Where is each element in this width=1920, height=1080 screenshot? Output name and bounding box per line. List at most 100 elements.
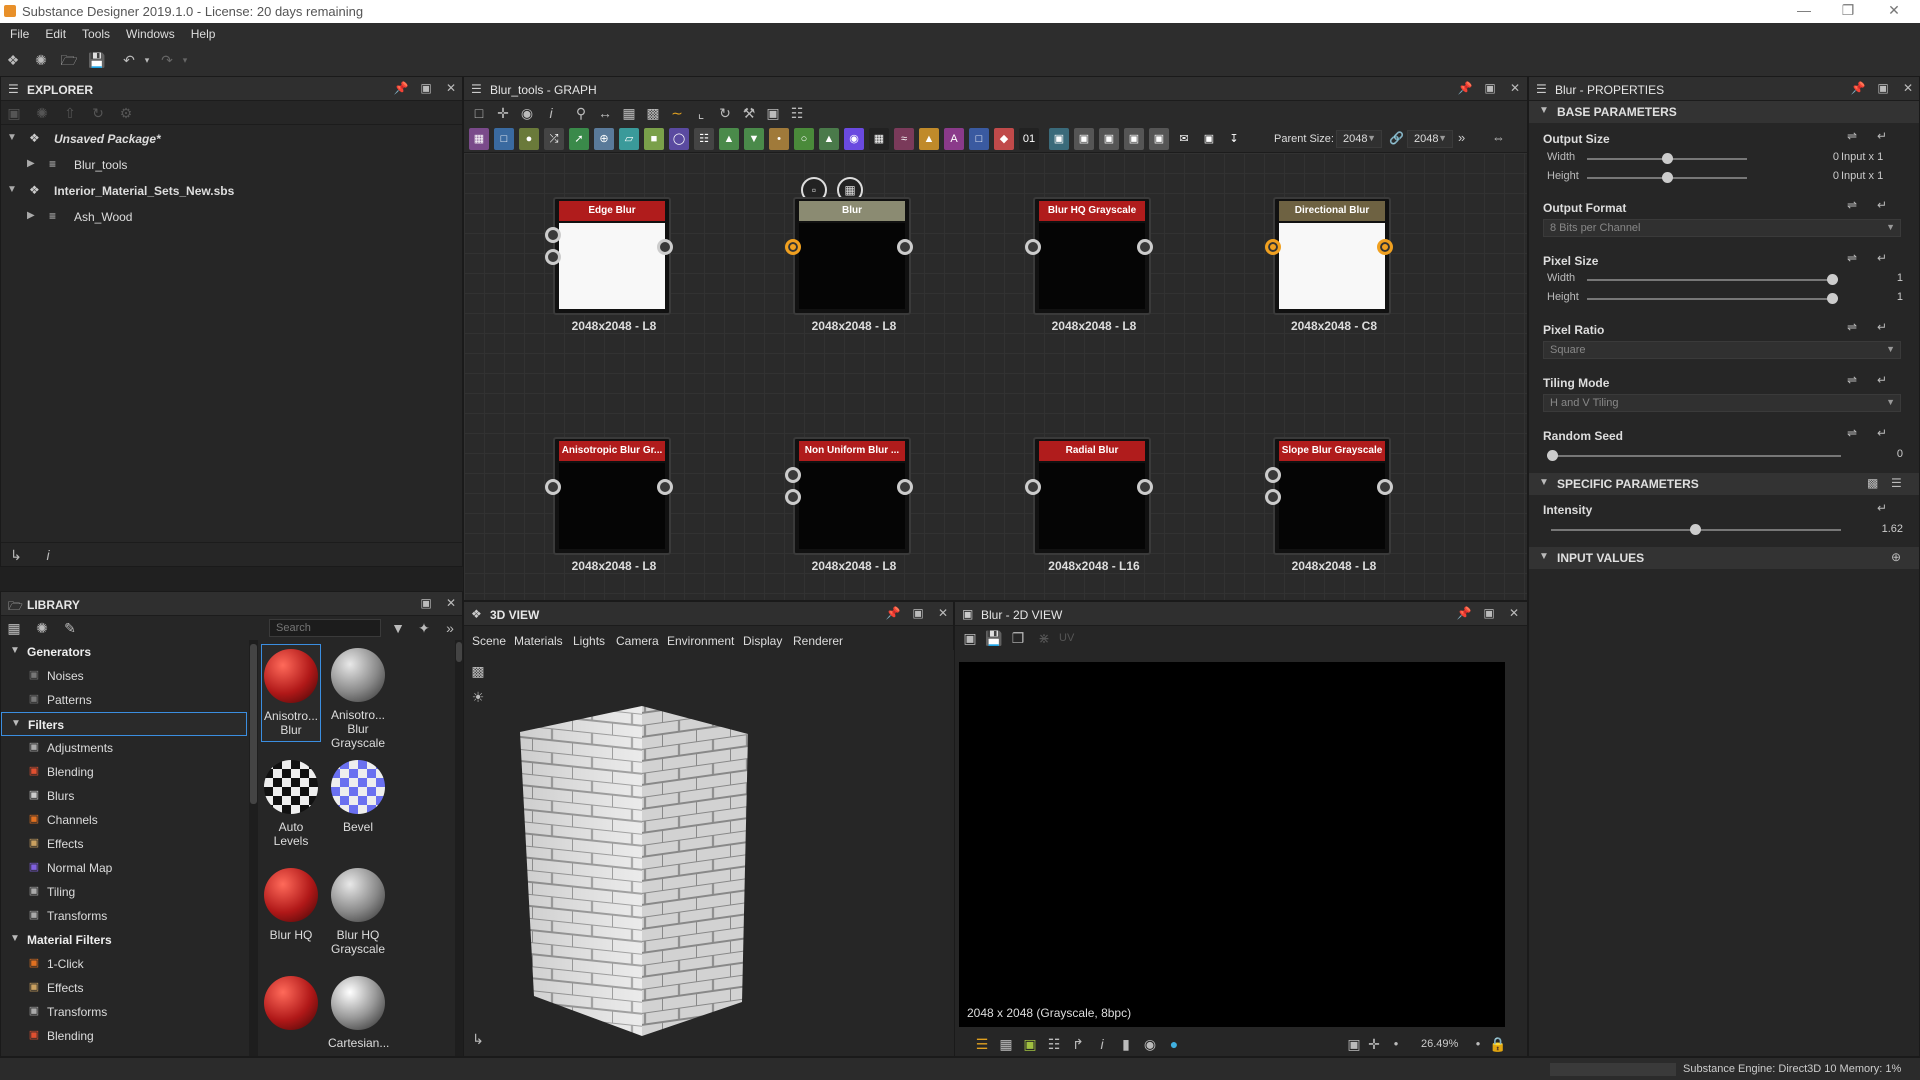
specific-parameters-section[interactable]: ▼ SPECIFIC PARAMETERS ▩ ☰ — [1529, 473, 1919, 495]
library-thumbnail[interactable]: Blur HQ — [261, 864, 321, 942]
reload-icon[interactable]: ↻ — [89, 104, 107, 122]
pixel-height-value[interactable]: 1 — [1859, 291, 1903, 303]
redo-dropdown-icon[interactable]: ▾ — [176, 51, 194, 69]
new-graph-icon[interactable]: ✺ — [32, 51, 50, 69]
reset-param-icon[interactable]: ↵ — [1877, 501, 1887, 515]
new-icon[interactable]: ▣ — [5, 104, 23, 122]
search-icon[interactable]: ⚲ — [572, 104, 590, 122]
float-icon[interactable]: ▣ — [1481, 606, 1497, 620]
copy-icon[interactable]: ❐ — [1009, 629, 1027, 647]
distribute-icon[interactable]: ▦ — [620, 104, 638, 122]
align-icon[interactable]: ↔ — [596, 104, 614, 122]
library-subcategory[interactable]: ▣ Transforms — [1, 1000, 247, 1024]
library-thumbnail[interactable]: Bevel — [328, 756, 388, 834]
input-port[interactable] — [1025, 479, 1041, 495]
slider-knob[interactable] — [1547, 450, 1558, 461]
library-subcategory[interactable]: ▣ Effects — [1, 832, 247, 856]
settings-icon[interactable]: ⚙ — [117, 104, 135, 122]
color-picker-icon[interactable]: ◉ — [1141, 1035, 1159, 1053]
input-port[interactable] — [1265, 239, 1281, 255]
library-subcategory[interactable]: ▣ Normal Map — [1, 856, 247, 880]
output-width-slider[interactable] — [1587, 153, 1747, 164]
menu-edit[interactable]: Edit — [37, 23, 74, 41]
library-search-input[interactable] — [269, 619, 381, 637]
close-panel-icon[interactable]: ✕ — [1507, 81, 1523, 95]
frame-icon[interactable]: ▣ — [1199, 128, 1219, 150]
output-port[interactable] — [897, 479, 913, 495]
pixel-ratio-select[interactable]: Square ▼ — [1543, 341, 1901, 359]
menu-renderer[interactable]: Renderer — [793, 634, 843, 648]
blur-node-icon[interactable]: • — [769, 128, 789, 150]
parent-size-select[interactable]: 2048 ▼ — [1336, 130, 1382, 148]
collapse-icon[interactable]: ▼ — [10, 645, 20, 656]
input-port[interactable] — [545, 249, 561, 265]
bitmap-node-icon[interactable]: □ — [494, 128, 514, 150]
link-icon[interactable]: ∼ — [668, 104, 686, 122]
graph-node[interactable]: Directional Blur 2048x2048 - C8 — [1265, 197, 1393, 333]
library-thumbnail[interactable]: Blur HQ Grayscale — [328, 864, 388, 956]
atomic-node-icon[interactable]: ▦ — [469, 128, 489, 150]
menu-windows[interactable]: Windows — [118, 23, 183, 41]
reset-param-icon[interactable]: ↵ — [1877, 129, 1887, 143]
close-panel-icon[interactable]: ✕ — [443, 596, 459, 610]
library-thumbnail[interactable]: Auto Levels — [261, 756, 321, 848]
float-icon[interactable]: ▣ — [418, 596, 434, 610]
save-icon[interactable]: 💾 — [88, 51, 106, 69]
library-subcategory[interactable]: ▣ Blurs — [1, 784, 247, 808]
graph-canvas[interactable]: ▫ ▦ Edge Blur 2048x2048 - L8 Blur 2048x2048… — [464, 153, 1527, 600]
graph-node[interactable]: Non Uniform Blur ... 2048x2048 - L8 — [785, 437, 913, 573]
frame-node-icon[interactable]: ▣ — [1074, 128, 1094, 150]
slider-knob[interactable] — [1690, 524, 1701, 535]
link-icon[interactable]: 🔗 — [1389, 131, 1404, 145]
random-seed-value[interactable]: 0 — [1859, 448, 1903, 460]
layers-icon[interactable]: ☰ — [973, 1035, 991, 1053]
input-port[interactable] — [1025, 239, 1041, 255]
graph-node[interactable]: Edge Blur 2048x2048 - L8 — [545, 197, 673, 333]
library-subcategory[interactable]: ▣ Noises — [1, 664, 247, 688]
reset-param-icon[interactable]: ↵ — [1877, 198, 1887, 212]
output-port[interactable] — [1377, 239, 1393, 255]
tiling-mode-select[interactable]: H and V Tiling ▼ — [1543, 394, 1901, 412]
checker-icon[interactable]: ▦ — [997, 1035, 1015, 1053]
pixel-width-value[interactable]: 1 — [1859, 272, 1903, 284]
menu-environment[interactable]: Environment — [667, 634, 734, 648]
menu-tools[interactable]: Tools — [74, 23, 118, 41]
grid-snap-icon[interactable]: ☷ — [788, 104, 806, 122]
expand-icon[interactable]: ▶ — [27, 210, 35, 221]
input-port[interactable] — [785, 489, 801, 505]
crop-node-icon[interactable]: □ — [969, 128, 989, 150]
slider-knob[interactable] — [1827, 274, 1838, 285]
connector-icon[interactable]: ⌞ — [692, 104, 710, 122]
add-icon[interactable]: ✺ — [33, 619, 51, 637]
close-icon[interactable]: ✕ — [1874, 2, 1914, 19]
video-camera-icon[interactable]: ▩ — [469, 662, 487, 680]
lock-icon[interactable]: 🔒 — [1489, 1035, 1507, 1053]
3d-viewport[interactable] — [492, 650, 954, 1056]
input-port[interactable] — [1265, 467, 1281, 483]
pin-icon[interactable]: 📌 — [1850, 81, 1866, 95]
value-node-icon[interactable]: 01 — [1019, 128, 1039, 150]
tree-item-unsaved-package[interactable]: ▼ ❖ Unsaved Package* — [1, 128, 462, 150]
intensity-slider[interactable] — [1551, 524, 1841, 535]
histogram-icon[interactable]: ▮ — [1117, 1035, 1135, 1053]
shuffle-node-icon[interactable]: ⤮ — [544, 128, 564, 150]
tree-view-icon[interactable]: ↳ — [7, 546, 25, 564]
pass-node-icon[interactable]: ▣ — [1149, 128, 1169, 150]
menu-display[interactable]: Display — [743, 634, 782, 648]
noise-node-icon[interactable]: ▦ — [869, 128, 889, 150]
tree-view-icon[interactable]: ↳ — [469, 1030, 487, 1048]
preset-icon[interactable]: ▩ — [1867, 476, 1878, 490]
tiling-icon[interactable]: ☷ — [1045, 1035, 1063, 1053]
tile-node-icon[interactable]: ☷ — [694, 128, 714, 150]
library-subcategory[interactable]: ▣ Patterns — [1, 688, 247, 712]
reset-param-icon[interactable]: ↵ — [1877, 426, 1887, 440]
input-port[interactable] — [545, 479, 561, 495]
library-subcategory[interactable]: ▣ 1-Click — [1, 952, 247, 976]
input-values-section[interactable]: ▼ INPUT VALUES ⊕ — [1529, 547, 1919, 569]
zoom-out-icon[interactable]: ● — [1387, 1035, 1405, 1053]
new-package-icon[interactable]: ❖ — [4, 51, 22, 69]
library-category[interactable]: ▼ Material Filters — [1, 928, 247, 952]
text-node-icon[interactable]: A — [944, 128, 964, 150]
graph-node-icon[interactable]: ▣ — [1124, 128, 1144, 150]
library-thumb-scrollbar[interactable] — [455, 640, 463, 1056]
